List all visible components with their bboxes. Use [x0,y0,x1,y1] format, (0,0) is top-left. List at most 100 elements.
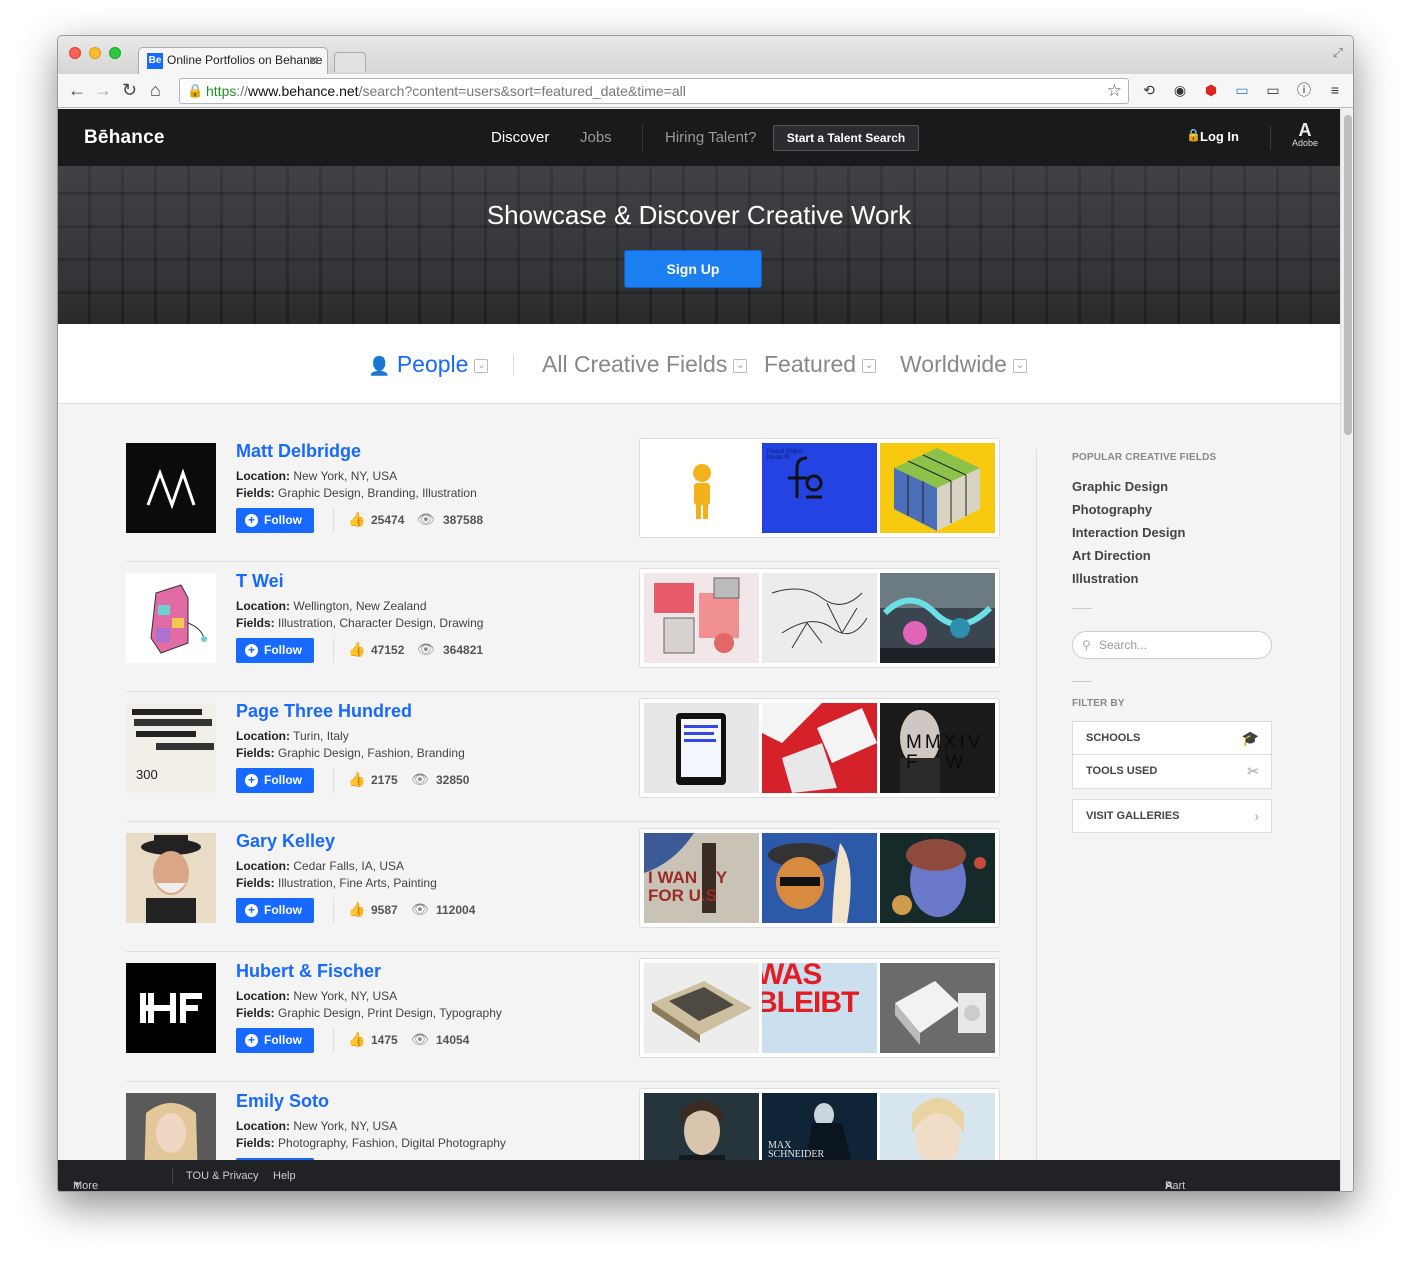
project-thumbnail[interactable] [762,833,877,923]
person-location: Location: New York, NY, USA [236,469,397,483]
nav-jobs[interactable]: Jobs [580,129,612,146]
person-name[interactable]: Page Three Hundred [236,701,412,722]
extension-sync-icon[interactable]: ⟲ [1140,81,1158,99]
cast-icon[interactable]: ▭ [1264,81,1282,99]
back-arrow-icon[interactable]: ← [68,79,86,101]
filter-tools-button[interactable]: TOOLS USED ✂ [1072,755,1272,789]
visit-galleries-button[interactable]: VISIT GALLERIES › [1072,799,1272,833]
chrome-menu-icon[interactable]: ≡ [1326,81,1344,99]
location-label: Location: [236,1119,290,1133]
extension-adblock-icon[interactable]: ⬢ [1202,81,1220,99]
url-host: www.behance.net [248,83,359,99]
behance-logo[interactable]: Bēhance [84,127,165,149]
project-thumbnail[interactable] [644,573,759,663]
nav-discover[interactable]: Discover [491,129,549,146]
person-name[interactable]: Emily Soto [236,1091,329,1112]
view-count: 112004 [436,903,476,917]
tou-privacy-link[interactable]: TOU & Privacy [186,1170,259,1182]
plus-icon: + [245,1034,258,1047]
hero-background-grid [58,166,1340,324]
person-row: Gary Kelley Location: Cedar Falls, IA, U… [126,822,1000,952]
project-thumbnail[interactable] [644,443,759,533]
close-window-button[interactable] [69,47,81,59]
person-name[interactable]: Matt Delbridge [236,441,361,462]
filter-location[interactable]: Worldwide ⌄ [900,351,1027,378]
scrollbar-thumb[interactable] [1344,115,1352,435]
popular-field-link[interactable]: Interaction Design [1072,525,1272,540]
person-fields: Fields: Graphic Design, Fashion, Brandin… [236,746,465,760]
project-thumbnail[interactable]: I WAN Y FOR U.S [644,833,759,923]
follow-button[interactable]: + Follow [236,508,314,533]
project-thumbnail[interactable] [880,443,995,533]
adobe-link[interactable]: A Adobe [1286,121,1324,148]
person-name[interactable]: Hubert & Fischer [236,961,381,982]
close-tab-icon[interactable]: ✕ [308,48,319,73]
person-name[interactable]: Gary Kelley [236,831,335,852]
tab-title: Online Portfolios on Behance [167,53,323,67]
page-scrollbar[interactable] [1340,109,1353,1191]
filter-by-heading: FILTER BY [1072,698,1125,709]
project-thumbnail[interactable] [880,573,995,663]
project-thumbnails: Found Object Music Pl. [639,438,1000,538]
chevron-right-icon: › [1254,808,1259,824]
chevron-down-icon: ⌄ [1012,358,1027,373]
site-header: Bēhance Discover Jobs Hiring Talent? Sta… [58,109,1340,166]
thumbnail-text: MMXIV F W [906,732,984,773]
talent-search-button[interactable]: Start a Talent Search [773,125,919,151]
new-tab-button[interactable] [334,52,366,72]
plus-icon: + [245,514,258,527]
extension-info-icon[interactable]: ⓘ [1295,81,1313,99]
signup-button[interactable]: Sign Up [624,250,762,288]
person-icon: 👤 [368,356,391,376]
filter-creative-fields[interactable]: All Creative Fields ⌄ [542,351,748,378]
browser-tab[interactable]: Be Online Portfolios on Behance ✕ [138,47,328,74]
avatar[interactable] [126,963,216,1053]
popular-field-link[interactable]: Art Direction [1072,548,1272,563]
extension-mask-icon[interactable]: ◉ [1171,81,1189,99]
title-bar: Be Online Portfolios on Behance ✕ ⤢ [58,36,1353,74]
avatar[interactable] [126,443,216,533]
filter-people[interactable]: 👤 People ⌄ [368,351,489,378]
avatar[interactable] [126,833,216,923]
project-thumbnail[interactable]: Found Object Music Pl. [762,443,877,533]
bookmark-star-icon[interactable]: ☆ [1107,79,1122,103]
person-name[interactable]: T Wei [236,571,284,592]
adobe-family-label: Part of the Adobe Family [1165,1180,1186,1192]
popular-field-link[interactable]: Illustration [1072,571,1272,586]
follow-button[interactable]: + Follow [236,768,314,793]
nav-hiring-talent[interactable]: Hiring Talent? [665,129,756,146]
fields-label: Fields: [236,486,275,500]
project-thumbnail[interactable]: WAS BLEIBT [762,963,877,1053]
project-thumbnail[interactable] [880,963,995,1053]
project-thumbnail[interactable]: MMXIV F W [880,703,995,793]
project-thumbnail[interactable] [644,963,759,1053]
project-thumbnail[interactable] [880,833,995,923]
popular-field-link[interactable]: Photography [1072,502,1272,517]
sidebar-search-input[interactable]: ⚲ Search... [1072,631,1272,659]
avatar[interactable]: 300 [126,703,216,793]
project-thumbnail[interactable] [762,573,877,663]
minimize-window-button[interactable] [89,47,101,59]
follow-button[interactable]: + Follow [236,638,314,663]
filter-sort[interactable]: Featured ⌄ [764,351,877,378]
follow-button[interactable]: + Follow [236,898,314,923]
home-icon[interactable]: ⌂ [150,79,161,101]
help-link[interactable]: Help [273,1170,296,1182]
forward-arrow-icon[interactable]: → [94,79,112,101]
project-thumbnail[interactable] [762,703,877,793]
login-link[interactable]: Log In [1200,129,1239,144]
extension-folder-icon[interactable]: ▭ [1233,81,1251,99]
avatar[interactable] [126,573,216,663]
zoom-window-button[interactable] [109,47,121,59]
filter-schools-button[interactable]: SCHOOLS 🎓 [1072,721,1272,755]
project-thumbnail[interactable] [644,703,759,793]
popular-field-link[interactable]: Graphic Design [1072,479,1272,494]
popular-fields-heading: POPULAR CREATIVE FIELDS [1072,452,1217,463]
location-label: Location: [236,989,290,1003]
tools-label: TOOLS USED [1086,765,1158,777]
follow-button[interactable]: + Follow [236,1028,314,1053]
person-location: Location: Wellington, New Zealand [236,599,427,613]
address-bar[interactable]: 🔒 https://www.behance.net/search?content… [179,78,1129,104]
fullscreen-icon[interactable]: ⤢ [1333,45,1343,61]
reload-icon[interactable]: ↻ [122,79,137,101]
